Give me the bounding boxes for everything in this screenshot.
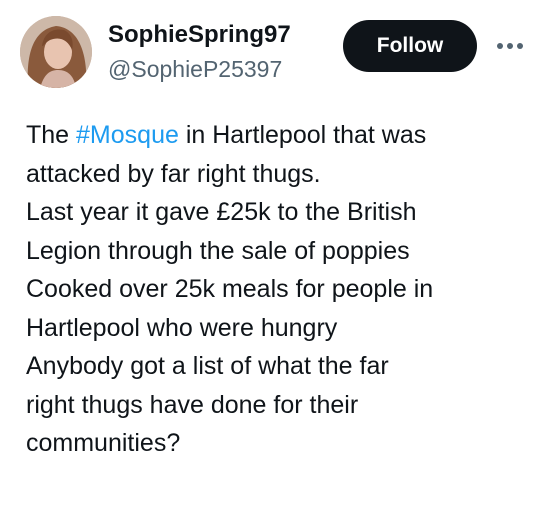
display-name[interactable]: SophieSpring97 bbox=[108, 20, 291, 50]
tweet-line: Hartlepool who were hungry bbox=[26, 313, 338, 342]
tweet-card: SophieSpring97 @SophieP25397 Follow The … bbox=[0, 0, 552, 509]
tweet-line: Anybody got a list of what the far bbox=[26, 352, 389, 380]
user-handle[interactable]: @SophieP25397 bbox=[108, 55, 282, 83]
tweet-text-segment: in Hartlepool that was bbox=[178, 121, 427, 149]
tweet-line: Last year it gave £25k to the British bbox=[26, 198, 417, 226]
more-options-button[interactable] bbox=[490, 26, 530, 66]
tweet-text-segment: The bbox=[26, 121, 77, 149]
tweet-text: The #Mosque in Hartlepool that was attac… bbox=[26, 116, 542, 463]
hashtag-link[interactable]: #Mosque bbox=[76, 121, 179, 149]
follow-button-label: Follow bbox=[376, 34, 444, 57]
tweet-line: attacked by far right thugs. bbox=[26, 159, 321, 188]
tweet-line: Cooked over 25k meals for people in bbox=[26, 275, 434, 303]
tweet-line: communities? bbox=[26, 429, 181, 457]
avatar[interactable] bbox=[20, 16, 92, 88]
follow-button[interactable]: Follow bbox=[343, 20, 477, 72]
tweet-line: Legion through the sale of poppies bbox=[26, 236, 410, 265]
more-horizontal-icon bbox=[497, 43, 523, 49]
profile-photo-icon bbox=[20, 16, 92, 88]
tweet-line: right thugs have done for their bbox=[26, 390, 359, 419]
tweet-line: The #Mosque in Hartlepool that was bbox=[26, 116, 542, 155]
